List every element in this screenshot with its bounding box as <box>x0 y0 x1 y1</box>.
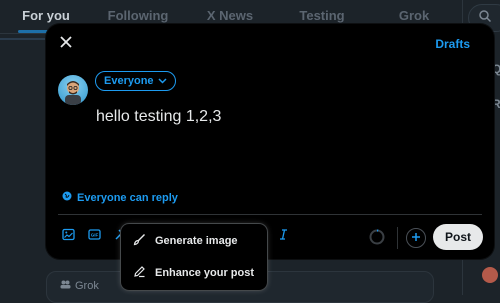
add-post-button[interactable] <box>406 228 426 248</box>
italic-button[interactable] <box>276 228 290 246</box>
globe-icon <box>62 191 72 204</box>
composer-divider <box>58 214 482 215</box>
character-count-ring <box>369 229 385 245</box>
menu-item-enhance-post[interactable]: Enhance your post <box>121 258 267 288</box>
image-icon <box>61 228 75 246</box>
gif-icon: GIF <box>87 228 101 246</box>
reply-setting-button[interactable]: Everyone can reply <box>62 191 178 204</box>
media-button[interactable] <box>61 228 75 246</box>
avatar[interactable] <box>58 75 88 105</box>
people-icon <box>60 280 71 292</box>
close-icon <box>60 35 72 53</box>
rail-avatar[interactable] <box>482 267 498 283</box>
reply-setting-label: Everyone can reply <box>77 191 178 204</box>
pencil-icon <box>133 265 146 281</box>
menu-item-generate-image[interactable]: Generate image <box>121 226 267 256</box>
italic-icon <box>277 228 290 246</box>
compose-post-modal: Drafts Everyone hello testing 1,2,3 Ever… <box>46 24 494 259</box>
gif-button[interactable]: GIF <box>87 228 101 246</box>
brush-icon <box>133 233 146 249</box>
toolbar-separator <box>397 227 398 249</box>
svg-text:GIF: GIF <box>90 233 98 238</box>
menu-item-label: Generate image <box>155 235 238 247</box>
grok-card-label: Grok <box>75 280 99 292</box>
feed-loading-bar <box>0 38 46 40</box>
grok-card-header: Grok <box>60 280 99 292</box>
menu-item-label: Enhance your post <box>155 267 255 279</box>
post-button[interactable]: Post <box>433 224 483 250</box>
audience-label: Everyone <box>104 75 154 87</box>
chevron-down-icon <box>158 75 167 87</box>
close-button[interactable] <box>58 36 74 52</box>
plus-icon <box>411 229 421 247</box>
drafts-button[interactable]: Drafts <box>435 37 470 51</box>
audience-selector[interactable]: Everyone <box>95 71 176 91</box>
grok-actions-menu: Generate image Enhance your post <box>121 224 267 290</box>
post-text-input[interactable]: hello testing 1,2,3 <box>96 108 221 126</box>
